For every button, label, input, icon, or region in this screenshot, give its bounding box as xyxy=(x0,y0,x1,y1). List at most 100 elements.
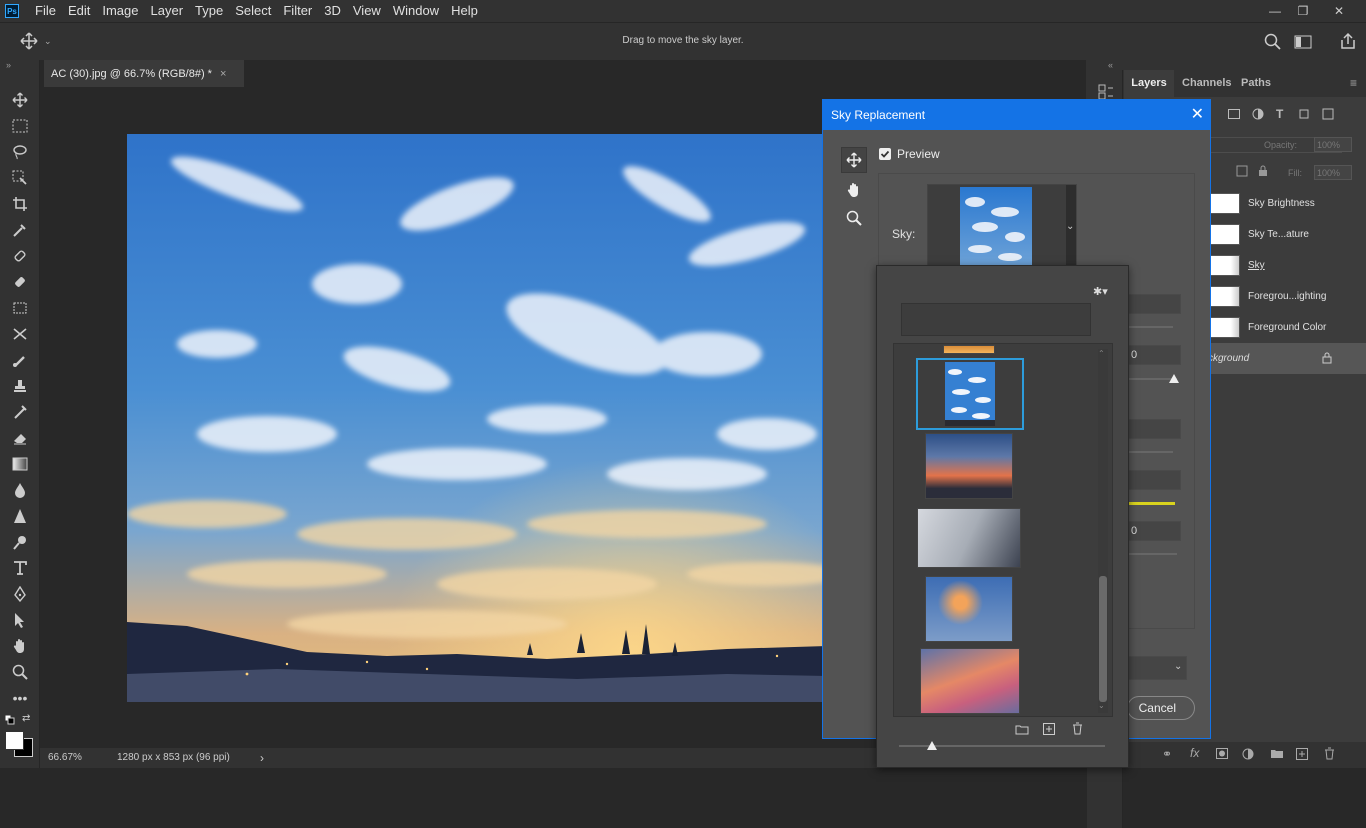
field-input[interactable]: 0 xyxy=(1127,521,1181,541)
pen-tool-icon[interactable] xyxy=(8,583,32,605)
search-icon[interactable] xyxy=(1264,33,1282,54)
status-arrow-icon[interactable]: › xyxy=(260,751,264,765)
preview-checkbox[interactable] xyxy=(879,148,891,160)
tab-layers[interactable]: Layers xyxy=(1124,70,1174,97)
workspace-icon[interactable] xyxy=(1294,35,1312,52)
default-colors-icon[interactable] xyxy=(4,714,15,728)
add-sky-icon[interactable] xyxy=(1043,723,1055,738)
tab-channels[interactable]: Channels xyxy=(1182,70,1232,97)
sky-thumbnail[interactable] xyxy=(925,576,1013,642)
collapse-arrows-icon[interactable]: » xyxy=(6,60,11,70)
field-input[interactable]: 0 xyxy=(1127,345,1181,365)
fill-input[interactable]: 100% xyxy=(1314,165,1352,180)
restore-button[interactable]: ❐ xyxy=(1286,0,1320,22)
swap-colors-icon[interactable]: ⇄ xyxy=(22,713,30,724)
slider-track[interactable] xyxy=(1127,451,1173,453)
layer-name[interactable]: Sky Brightness xyxy=(1248,198,1315,209)
new-group-folder-icon[interactable] xyxy=(1015,724,1029,738)
lasso-tool-icon[interactable] xyxy=(8,141,32,163)
menu-layer[interactable]: Layer xyxy=(145,0,190,22)
layer-name[interactable]: ckground xyxy=(1208,353,1249,364)
blur-tool-icon[interactable] xyxy=(8,479,32,501)
sky-thumbnail[interactable] xyxy=(943,345,995,354)
zoom-level[interactable]: 66.67% xyxy=(48,752,82,763)
lock-icon[interactable] xyxy=(1258,165,1268,180)
share-icon[interactable] xyxy=(1339,32,1357,53)
gear-icon[interactable]: ✱▾ xyxy=(1093,285,1108,298)
more-tools-icon[interactable]: ••• xyxy=(8,687,32,709)
stamp-tool-icon[interactable] xyxy=(8,375,32,397)
link-layers-icon[interactable]: ⚭ xyxy=(1162,747,1172,761)
close-window-button[interactable]: ✕ xyxy=(1322,0,1356,22)
field-input[interactable] xyxy=(1127,294,1181,314)
move-tool-icon[interactable] xyxy=(8,89,32,111)
slider-thumb[interactable] xyxy=(1169,374,1179,383)
field-input[interactable] xyxy=(1127,470,1181,490)
tab-paths[interactable]: Paths xyxy=(1241,70,1271,97)
menu-edit[interactable]: Edit xyxy=(62,0,96,22)
marquee-tool-icon[interactable] xyxy=(8,115,32,137)
document-tab[interactable]: AC (30).jpg @ 66.7% (RGB/8#) * × xyxy=(44,60,244,87)
sky-thumbnail[interactable] xyxy=(917,508,1021,568)
layer-name[interactable]: Foregrou...ighting xyxy=(1248,291,1326,302)
panel-menu-icon[interactable]: ≡ xyxy=(1350,76,1357,90)
menu-3d[interactable]: 3D xyxy=(318,0,347,22)
menu-type[interactable]: Type xyxy=(189,0,229,22)
adjustment-layer-icon[interactable] xyxy=(1242,748,1254,763)
zoom-tool-icon[interactable] xyxy=(8,661,32,683)
clone-stamp-tool-icon[interactable] xyxy=(8,297,32,319)
menu-window[interactable]: Window xyxy=(387,0,445,22)
delete-layer-icon[interactable] xyxy=(1324,747,1335,763)
scrollbar-thumb[interactable] xyxy=(1099,576,1107,702)
crop-tool-icon[interactable] xyxy=(8,193,32,215)
path-selection-tool-icon[interactable] xyxy=(8,609,32,631)
color-slider-track[interactable] xyxy=(1127,502,1175,505)
filter-shape-icon[interactable] xyxy=(1298,108,1310,123)
add-mask-icon[interactable] xyxy=(1216,748,1228,762)
art-history-brush-icon[interactable] xyxy=(8,401,32,423)
sky-preset-select[interactable]: ⌄ xyxy=(927,184,1077,267)
lock-position-icon[interactable] xyxy=(1236,165,1248,180)
field-input[interactable] xyxy=(1127,419,1181,439)
slider-track[interactable] xyxy=(1127,326,1173,328)
history-brush-tool-icon[interactable] xyxy=(8,323,32,345)
menu-image[interactable]: Image xyxy=(96,0,144,22)
scroll-up-icon[interactable]: ⌃ xyxy=(1098,349,1105,358)
opacity-input[interactable]: 100% xyxy=(1314,137,1352,152)
layer-name[interactable]: Sky xyxy=(1248,260,1265,271)
filter-smart-object-icon[interactable] xyxy=(1322,108,1334,123)
sharpen-tool-icon[interactable] xyxy=(8,505,32,527)
brush-tool-icon[interactable] xyxy=(8,271,32,293)
collapse-dock-icon[interactable]: « xyxy=(1108,60,1113,70)
zoom-tool-icon[interactable] xyxy=(841,205,867,231)
filter-image-icon[interactable] xyxy=(1228,108,1240,122)
gradient-tool-icon[interactable] xyxy=(8,453,32,475)
paint-brush-icon[interactable] xyxy=(8,349,32,371)
menu-view[interactable]: View xyxy=(347,0,387,22)
object-selection-tool-icon[interactable] xyxy=(8,167,32,189)
fx-icon[interactable]: fx xyxy=(1190,746,1199,760)
sky-move-tool-icon[interactable] xyxy=(841,147,867,173)
menu-help[interactable]: Help xyxy=(445,0,484,22)
delete-sky-icon[interactable] xyxy=(1072,722,1083,738)
document-image[interactable] xyxy=(127,134,827,702)
sky-thumbnail[interactable] xyxy=(920,648,1020,714)
hand-tool-icon[interactable] xyxy=(8,635,32,657)
dialog-close-button[interactable]: ✕ xyxy=(1191,100,1204,130)
hand-tool-icon[interactable] xyxy=(841,177,867,203)
cancel-button[interactable]: Cancel xyxy=(1127,696,1195,720)
healing-brush-tool-icon[interactable] xyxy=(8,245,32,267)
chevron-down-icon[interactable]: ⌄ xyxy=(1066,221,1074,232)
scroll-down-icon[interactable]: ⌄ xyxy=(1098,701,1105,710)
type-tool-icon[interactable] xyxy=(8,557,32,579)
slider-track[interactable] xyxy=(1127,553,1177,555)
eyedropper-tool-icon[interactable] xyxy=(8,219,32,241)
filter-type-icon[interactable]: T xyxy=(1276,107,1283,121)
eraser-tool-icon[interactable] xyxy=(8,427,32,449)
sky-thumbnail[interactable] xyxy=(925,433,1013,499)
layer-name[interactable]: Sky Te...ature xyxy=(1248,229,1309,240)
output-select[interactable]: ⌄ xyxy=(1127,656,1187,680)
list-scrollbar[interactable]: ⌃ ⌄ xyxy=(1098,349,1108,713)
layer-name[interactable]: Foreground Color xyxy=(1248,322,1326,333)
group-folder-icon[interactable] xyxy=(1270,748,1284,762)
